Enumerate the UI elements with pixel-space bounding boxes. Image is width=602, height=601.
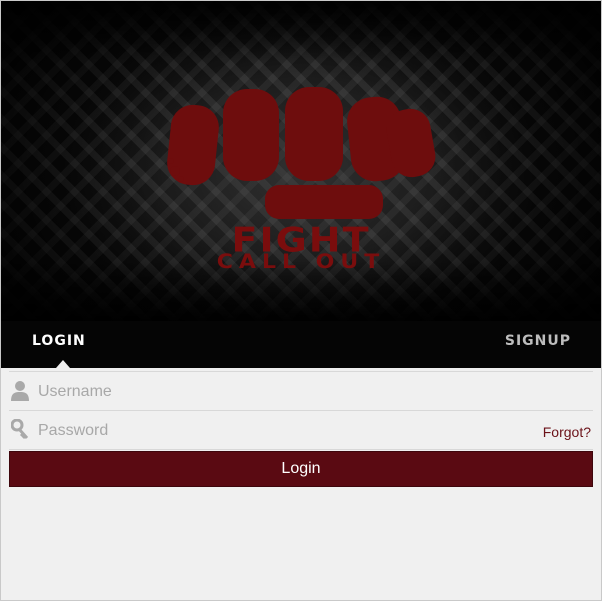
- user-icon: [11, 381, 29, 401]
- forgot-password-link[interactable]: Forgot?: [543, 424, 591, 440]
- password-field: Forgot?: [9, 411, 593, 450]
- hero-banner: FIGHT CALL OUT LOGIN SIGNUP: [1, 1, 601, 368]
- app-frame: FIGHT CALL OUT LOGIN SIGNUP Forgot? Logi…: [0, 0, 602, 601]
- tab-signup[interactable]: SIGNUP: [505, 333, 571, 349]
- username-field: [9, 371, 593, 411]
- brand-line-2: CALL OUT: [216, 251, 386, 274]
- tab-login[interactable]: LOGIN: [32, 333, 86, 349]
- password-input[interactable]: [36, 417, 520, 445]
- active-tab-indicator: [56, 360, 70, 368]
- login-form: Forgot? Login: [9, 371, 593, 487]
- username-input[interactable]: [36, 378, 520, 406]
- brand-wordmark: FIGHT CALL OUT: [171, 223, 431, 274]
- login-button[interactable]: Login: [9, 451, 593, 487]
- key-icon: [11, 419, 29, 440]
